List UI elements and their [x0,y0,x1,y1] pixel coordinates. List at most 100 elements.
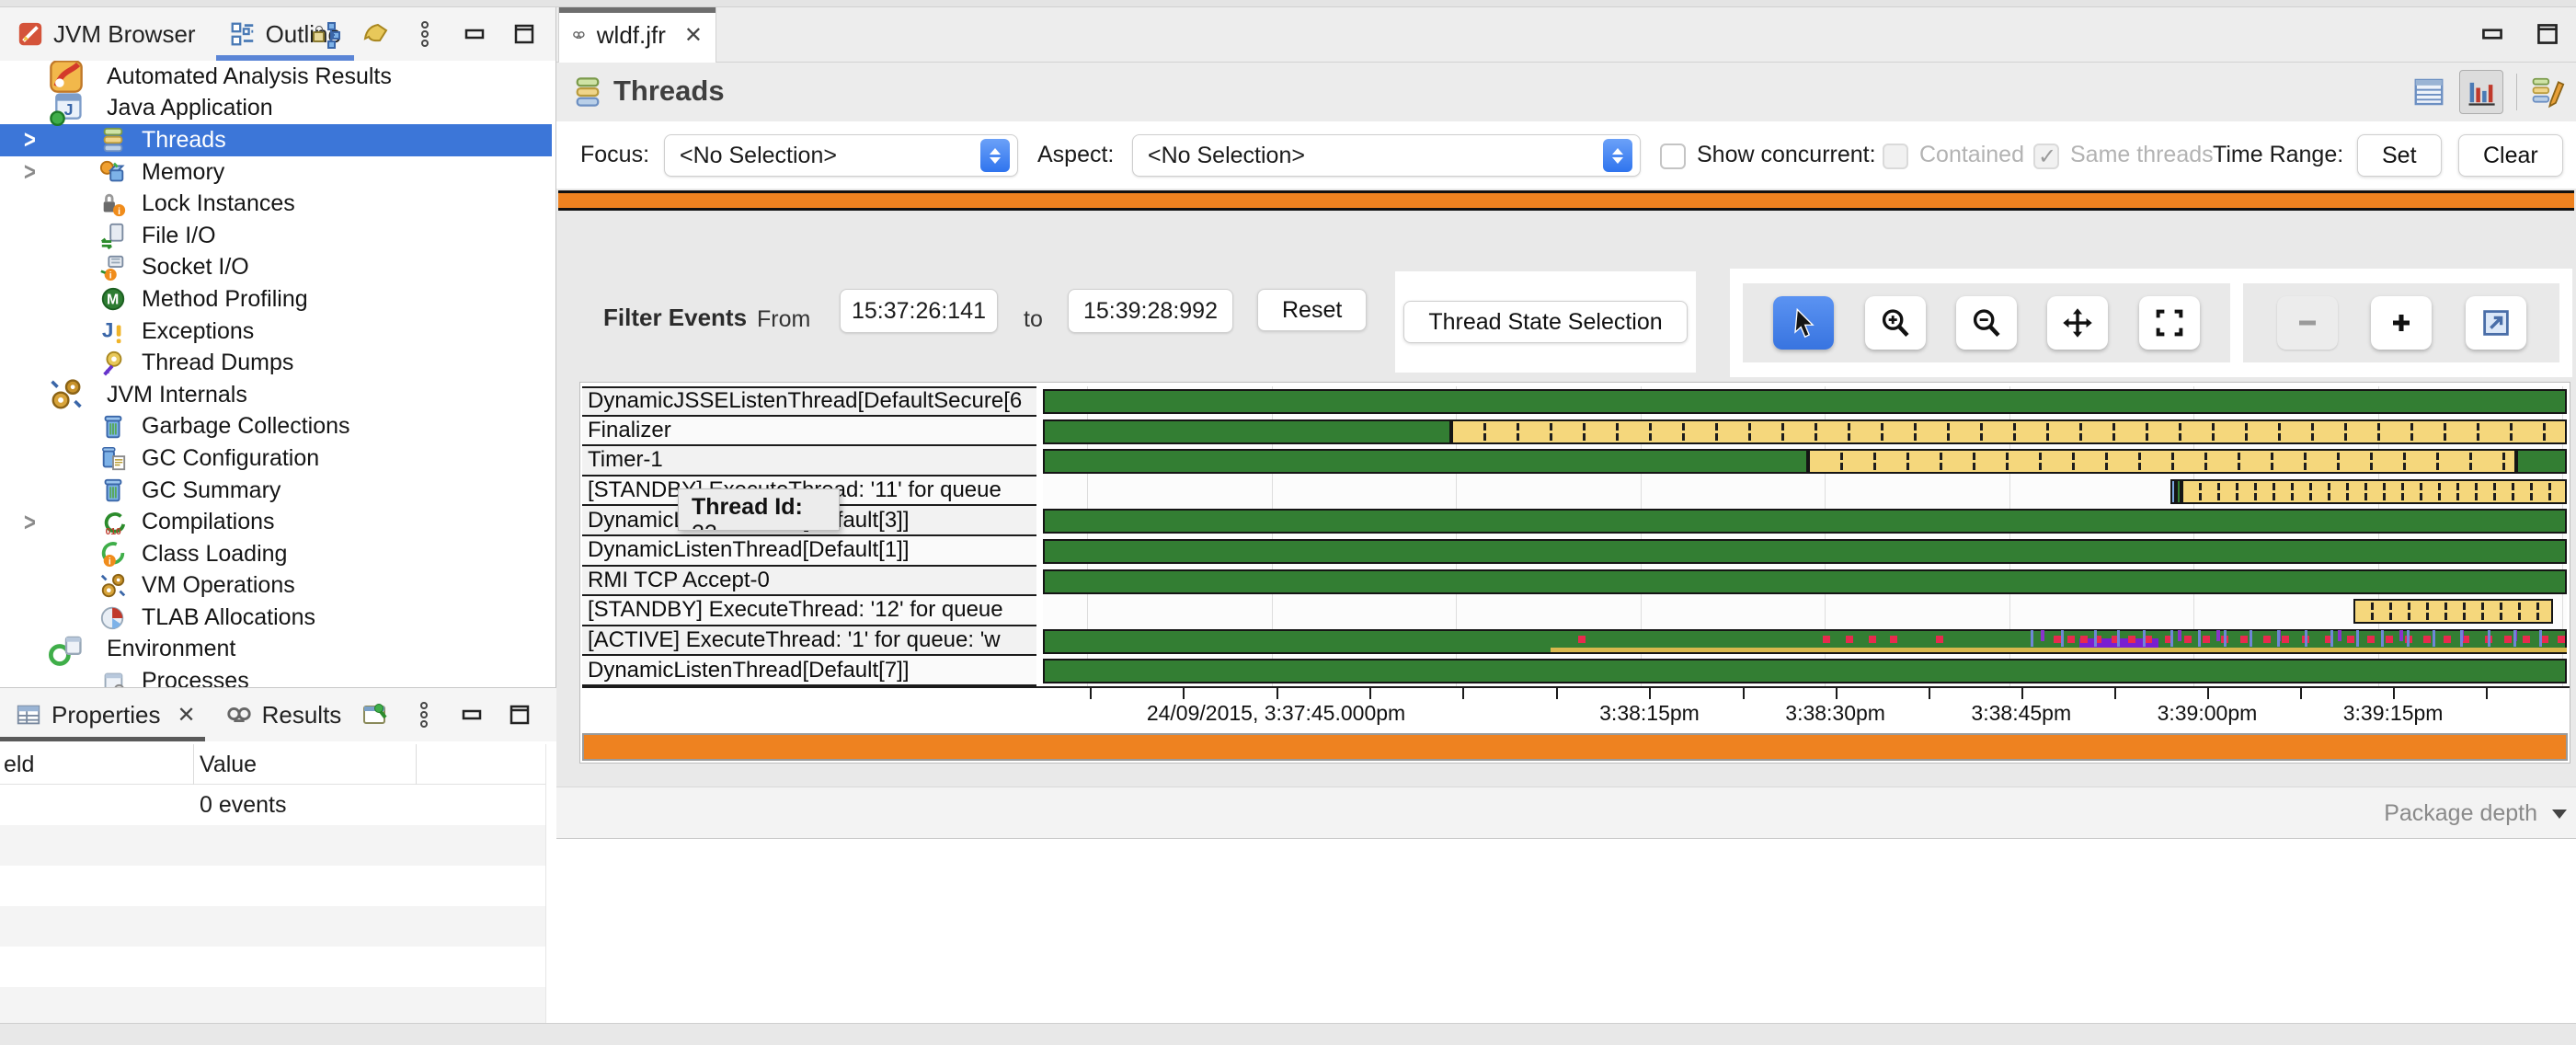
aspect-label: Aspect: [1037,142,1114,168]
aspect-dropdown[interactable]: <No Selection> [1132,134,1641,177]
table-row[interactable] [0,987,545,1023]
stepper-icon[interactable] [1603,139,1632,172]
set-button[interactable]: Set [2357,134,2442,177]
plus-button[interactable] [2371,296,2432,350]
thread-name-row[interactable]: Timer-1 [582,446,1036,477]
undo-arrow-icon[interactable] [361,19,390,49]
close-icon[interactable]: ✕ [684,22,703,49]
thread-timeline-row[interactable] [1043,386,2567,417]
left-tab-jvm-browser[interactable]: JVM Browser [0,7,212,61]
sidebar-item-thread-dumps[interactable]: Thread Dumps [0,347,552,379]
maximize-icon[interactable] [505,700,534,729]
zoom-in-tool-button[interactable] [1865,296,1926,350]
red-event-mark [2367,636,2375,643]
minimize-icon[interactable] [460,19,489,49]
stepper-icon[interactable] [980,139,1010,172]
filter-to-input[interactable]: 15:39:28:992 [1068,289,1233,333]
thread-timeline-row[interactable] [1043,626,2567,657]
sidebar-item-label: Class Loading [142,541,287,568]
thread-name-row[interactable]: [ACTIVE] ExecuteThread: '1' for queue: '… [582,626,1036,657]
pin-icon[interactable] [361,700,391,729]
sidebar-item-method-profiling[interactable]: MMethod Profiling [0,283,552,316]
thread-state-wait-bar [2353,599,2553,624]
package-depth-label[interactable]: Package depth [2384,800,2537,827]
thread-timeline-row[interactable] [1043,446,2567,477]
reset-button[interactable]: Reset [1257,289,1367,331]
maximize-icon[interactable] [2532,18,2563,50]
sidebar-item-garbage-collections[interactable]: Garbage Collections [0,411,552,443]
thread-name-row[interactable]: DynamicListenThread[Default[7]] [582,656,1036,686]
blue-event-mark [2277,630,2280,647]
thread-name-row[interactable]: DynamicListenThread[Default[1]] [582,536,1036,567]
blue-event-mark [2539,630,2542,647]
sidebar-item-gc-configuration[interactable]: GC Configuration [0,442,552,475]
table-icon[interactable] [2411,75,2446,109]
chevron-right-icon[interactable]: > [24,125,46,155]
thread-timeline-row[interactable] [1043,596,2567,626]
table-row[interactable] [0,825,545,866]
close-icon[interactable]: ✕ [177,702,196,729]
sidebar-item-exceptions[interactable]: JExceptions [0,316,552,348]
minimize-icon[interactable] [2477,18,2508,50]
filter-events-label: Filter Events [603,304,747,332]
move-tool-button[interactable] [2047,296,2108,350]
sidebar-item-processes[interactable]: Processes [0,665,552,687]
kebab-icon[interactable] [409,700,439,729]
chevron-down-icon[interactable] [2552,810,2567,819]
table-row[interactable] [0,906,545,947]
properties-tab-results[interactable]: Results [211,688,357,741]
fullscreen-tool-button[interactable] [2139,296,2200,350]
zoom-out-tool-button[interactable] [1956,296,2017,350]
minimize-icon[interactable] [457,700,487,729]
minus-button[interactable] [2277,296,2338,350]
thread-state-selection-button[interactable]: Thread State Selection [1403,301,1687,343]
chart-view-toggle[interactable] [2459,70,2503,114]
time-range-bar[interactable] [558,190,2574,211]
sidebar-item-file-i-o[interactable]: File I/O [0,220,552,252]
focus-dropdown[interactable]: <No Selection> [664,134,1018,177]
thread-state-running-bar [2516,449,2567,474]
show-concurrent-checkbox[interactable] [1660,144,1686,169]
sidebar-item-vm-operations[interactable]: VM Operations [0,570,552,603]
sidebar-item-socket-i-o[interactable]: iSocket I/O [0,252,552,284]
sidebar-item-memory[interactable]: >Memory [0,156,552,189]
thread-name-row[interactable]: DynamicJSSEListenThread[DefaultSecure[6 [582,386,1036,417]
pointer-tool-button[interactable] [1773,296,1834,350]
sidebar-item-jvm-internals[interactable]: JVM Internals [0,379,552,411]
editor-tab-wldf-jfr[interactable]: wldf.jfr ✕ [558,7,716,63]
thread-timeline-row[interactable] [1043,567,2567,597]
table-row[interactable] [0,866,545,906]
chevron-right-icon[interactable]: > [24,507,46,537]
thread-timeline-row[interactable] [1043,417,2567,447]
sidebar-item-environment[interactable]: Environment [0,634,552,666]
sidebar-item-automated-analysis-results[interactable]: Automated Analysis Results [0,61,552,93]
thread-name-row[interactable]: RMI TCP Accept-0 [582,567,1036,597]
thread-name-row[interactable]: [STANDBY] ExecuteThread: '12' for queue [582,596,1036,626]
sidebar-item-threads[interactable]: >Threads [0,124,552,156]
thread-timeline-row[interactable] [1043,656,2567,686]
properties-tab-properties[interactable]: Properties✕ [0,688,211,741]
red-event-mark [2523,636,2530,643]
kebab-icon[interactable] [410,19,440,49]
filter-from-input[interactable]: 15:37:26:141 [840,289,998,333]
thread-name-row[interactable]: Finalizer [582,417,1036,447]
sidebar-item-gc-summary[interactable]: GC Summary [0,475,552,507]
chart-scrollbar[interactable] [582,733,2568,761]
lock-tree-icon[interactable] [311,19,340,49]
thread-timeline-row[interactable] [1043,536,2567,567]
sidebar-item-tlab-allocations[interactable]: TLAB Allocations [0,602,552,634]
sidebar-item-compilations[interactable]: >010Compilations [0,506,552,538]
external-button[interactable] [2466,296,2526,350]
thread-timeline-row[interactable] [1043,477,2567,507]
clear-button[interactable]: Clear [2458,134,2563,177]
maximize-icon[interactable] [509,19,539,49]
chevron-right-icon[interactable]: > [24,157,46,188]
table-row[interactable] [0,947,545,987]
sidebar-item-java-application[interactable]: JJava Application [0,93,552,125]
pencil-icon[interactable] [2530,75,2565,109]
jvm-browser-icon [17,20,44,48]
table-row[interactable]: 0 events [0,785,545,825]
sidebar-item-lock-instances[interactable]: iLock Instances [0,188,552,220]
sidebar-item-class-loading[interactable]: iClass Loading [0,538,552,570]
thread-timeline-row[interactable] [1043,506,2567,536]
